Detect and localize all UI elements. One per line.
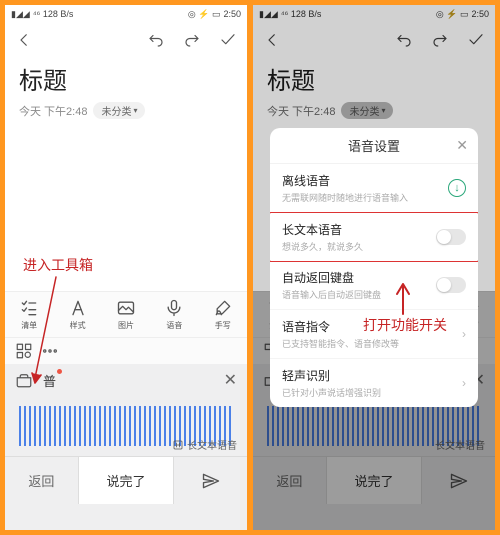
- row-whisper[interactable]: 轻声识别已针对小声说话增强识别 ›: [270, 359, 478, 407]
- modal-header: 语音设置 ✕: [270, 128, 478, 164]
- tool-handwrite[interactable]: 手写: [213, 298, 233, 331]
- note-title[interactable]: 标题: [5, 57, 247, 102]
- back-icon[interactable]: [15, 31, 33, 49]
- ime-close-icon[interactable]: ✕: [224, 370, 237, 390]
- voice-settings-modal: 语音设置 ✕ 离线语音无需联网随时随地进行语音输入 ↓ 长文本语音想说多久，就说…: [270, 128, 478, 407]
- annotation-right: 打开功能开关: [363, 315, 447, 335]
- app-topbar: [5, 23, 247, 57]
- status-bar: ▮◢◢⁴⁶ 128 B/s ◎ ⚡ ▭2:50: [5, 5, 247, 23]
- undo-icon[interactable]: [147, 31, 165, 49]
- annotation-arrow-right: [393, 280, 413, 316]
- ime-pu[interactable]: 普: [43, 371, 56, 390]
- ime-send-icon[interactable]: [173, 456, 247, 504]
- category-chip[interactable]: 未分类 ▾: [93, 102, 145, 119]
- modal-overlay[interactable]: 语音设置 ✕ 离线语音无需联网随时随地进行语音输入 ↓ 长文本语音想说多久，就说…: [253, 5, 495, 530]
- row-offline-voice[interactable]: 离线语音无需联网随时随地进行语音输入 ↓: [270, 164, 478, 213]
- toggle-longform[interactable]: [436, 229, 466, 245]
- tool-image[interactable]: 图片: [116, 298, 136, 331]
- ime-back[interactable]: 返回: [5, 456, 78, 504]
- tool-voice[interactable]: 语音: [164, 298, 184, 331]
- download-icon[interactable]: ↓: [448, 179, 466, 197]
- ime-bottom-row: 返回 说完了: [5, 456, 247, 504]
- chevron-right-icon: ›: [462, 376, 466, 390]
- row-auto-return[interactable]: 自动返回键盘语音输入后自动返回键盘: [270, 261, 478, 310]
- note-body[interactable]: 进入工具箱: [5, 125, 247, 291]
- phone-left: ▮◢◢⁴⁶ 128 B/s ◎ ⚡ ▭2:50 标题 今天 下午2:48 未分类…: [5, 5, 247, 530]
- tool-style[interactable]: 样式: [68, 298, 88, 331]
- phone-right: ▮◢◢⁴⁶ 128 B/s◎ ⚡ ▭2:50 标题 今天 下午2:48未分类 ▾…: [253, 5, 495, 530]
- modal-close-icon[interactable]: ✕: [456, 137, 468, 154]
- toggle-auto-return[interactable]: [436, 277, 466, 293]
- redo-icon[interactable]: [183, 31, 201, 49]
- ime-done[interactable]: 说完了: [78, 456, 174, 504]
- check-icon[interactable]: [219, 31, 237, 49]
- annotation-left: 进入工具箱: [23, 255, 93, 275]
- meta-time: 今天 下午2:48: [19, 103, 87, 119]
- row-longform-voice[interactable]: 长文本语音想说多久，就说多久: [270, 212, 478, 262]
- ime-panel: 普 ✕ 长文本语音 返回 说完了: [5, 364, 247, 530]
- annotation-arrow-left: [31, 275, 61, 385]
- note-meta: 今天 下午2:48 未分类 ▾: [5, 102, 247, 125]
- chevron-right-icon: ›: [462, 327, 466, 341]
- voice-mode-tag[interactable]: 长文本语音: [172, 437, 237, 452]
